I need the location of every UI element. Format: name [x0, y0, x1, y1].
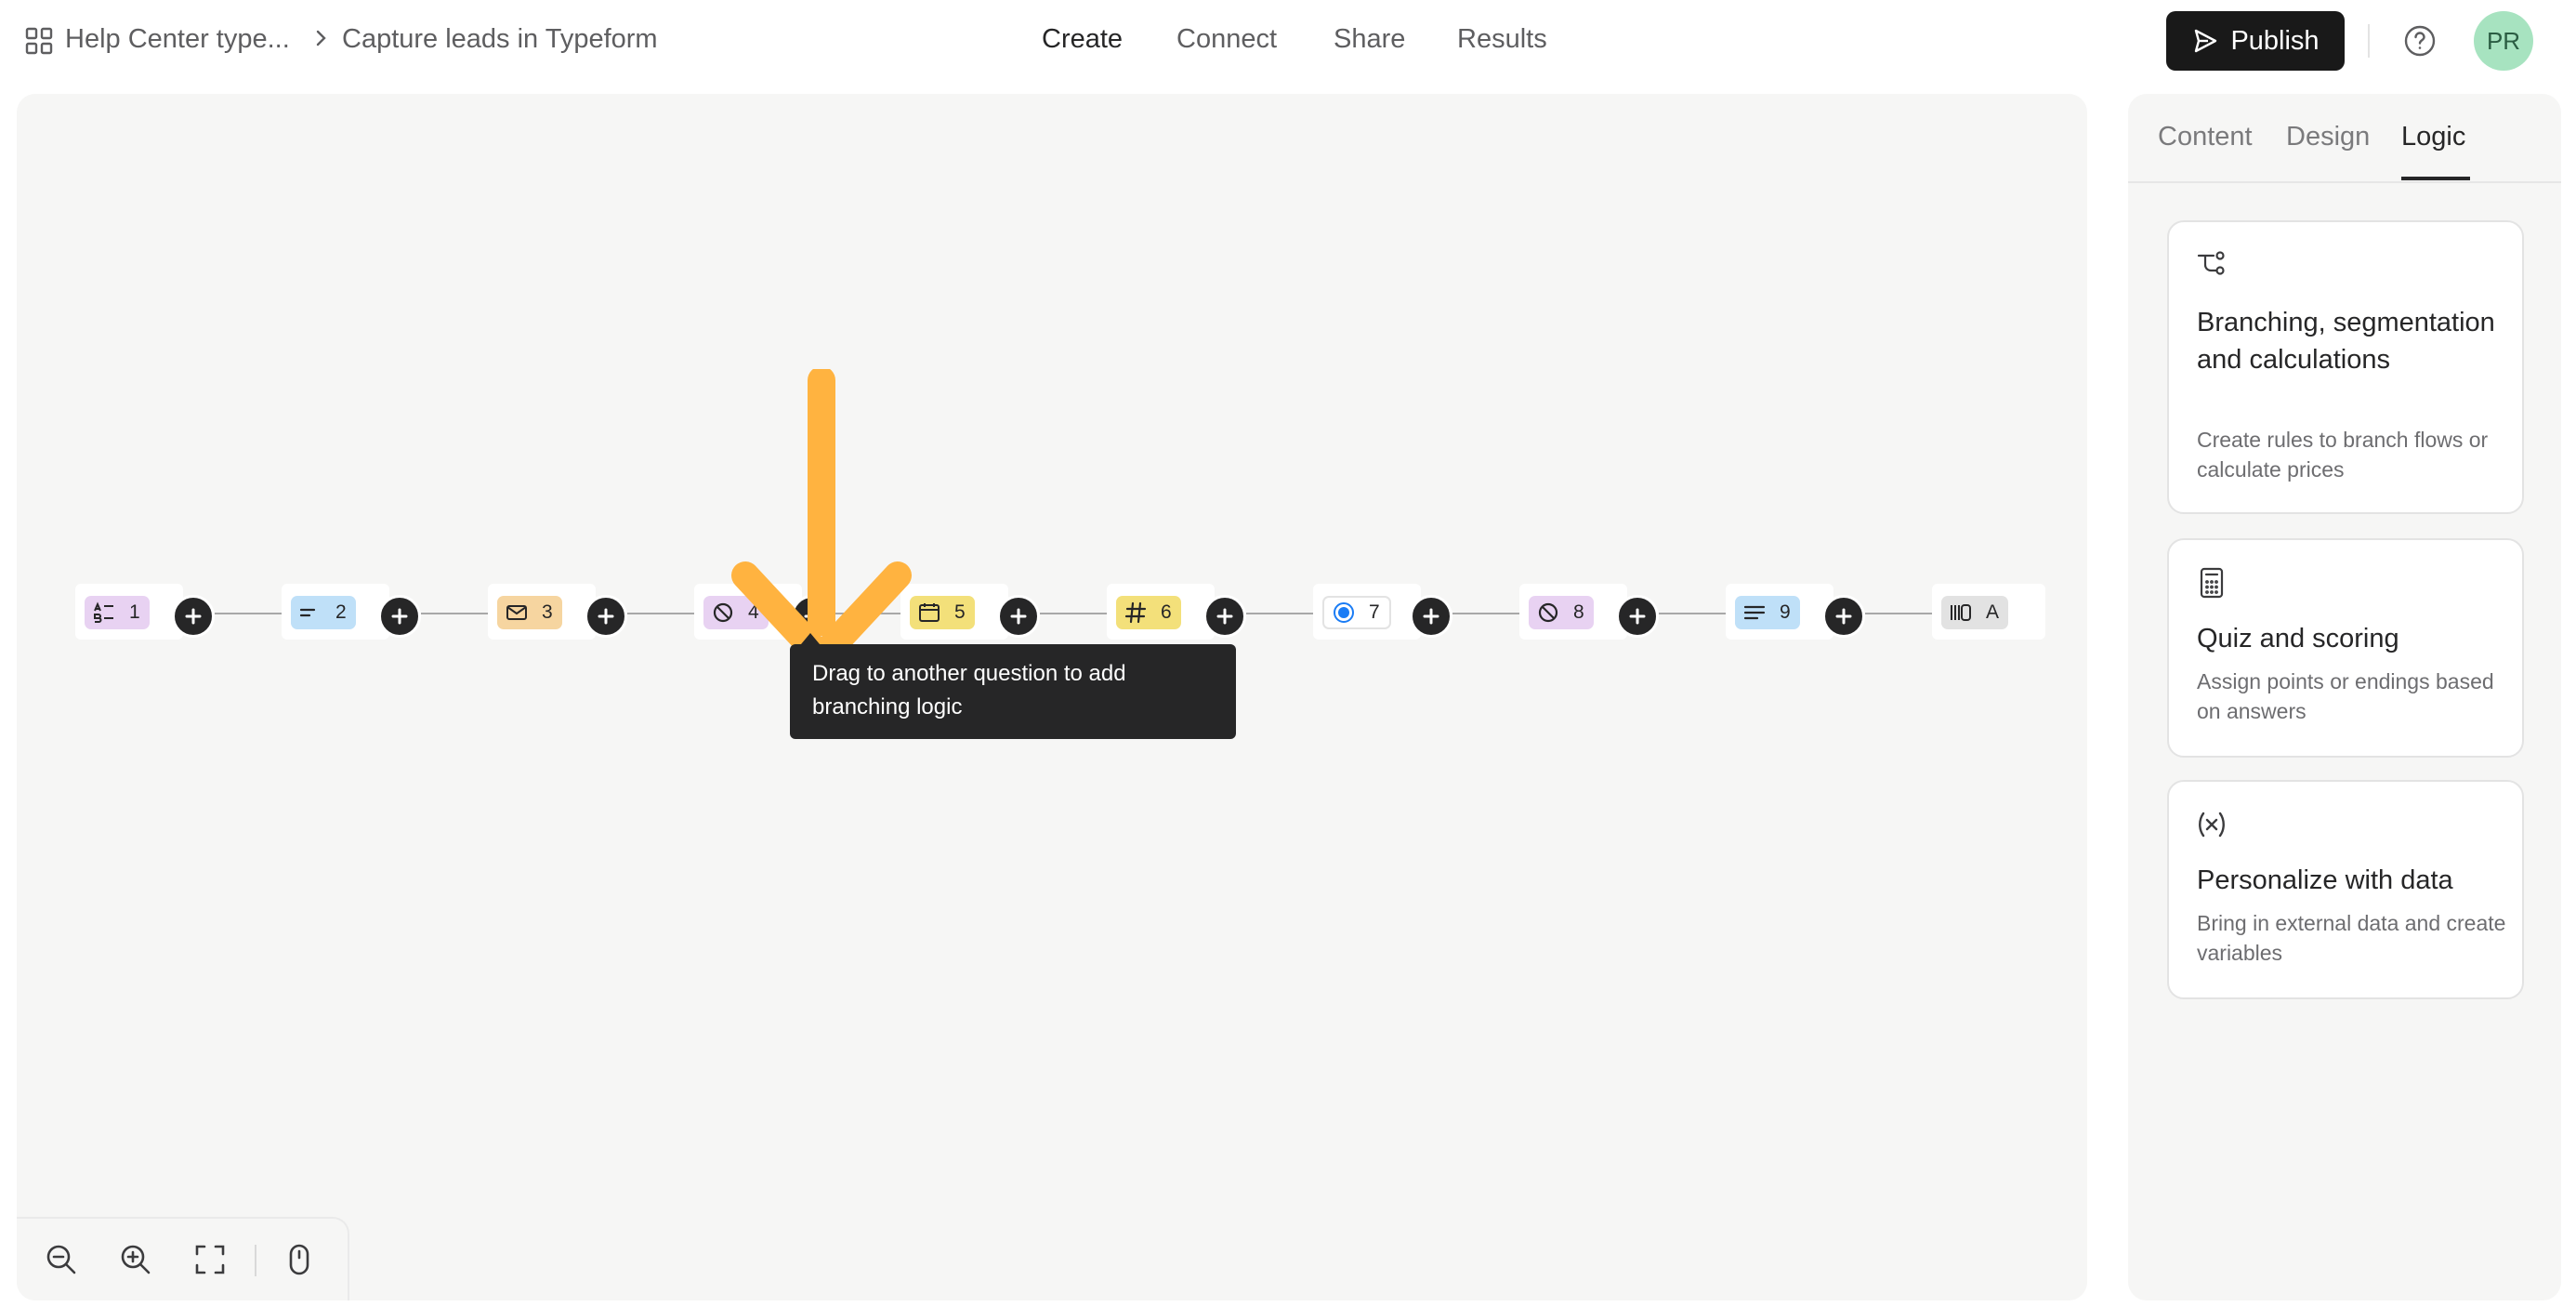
- card-personalize-data[interactable]: Personalize with data Bring in external …: [2167, 780, 2524, 999]
- ending-badge: A: [1941, 596, 2009, 629]
- fullscreen-icon: [195, 1245, 225, 1274]
- multiple-choice-icon: [94, 601, 113, 623]
- zoom-out-button[interactable]: [43, 1241, 80, 1278]
- right-panel: Content Design Logic Branching, segmenta…: [2128, 94, 2561, 1300]
- question-number: 1: [129, 601, 140, 623]
- tab-logic[interactable]: Logic: [2401, 122, 2465, 152]
- add-logic-button[interactable]: [378, 595, 421, 638]
- question-node-3[interactable]: 3: [488, 584, 596, 640]
- question-number: 8: [1573, 601, 1584, 623]
- question-badge: 8: [1529, 596, 1594, 629]
- question-node-1[interactable]: 1: [75, 584, 183, 640]
- chevron-right-icon: [316, 30, 326, 46]
- ending-label: A: [1986, 601, 2000, 623]
- number-icon: [1124, 601, 1147, 624]
- add-logic-button[interactable]: [1410, 595, 1452, 638]
- scroll-mode-button[interactable]: [281, 1241, 318, 1278]
- plus-icon: [1423, 608, 1439, 625]
- tab-content[interactable]: Content: [2158, 122, 2253, 152]
- branching-icon: [2197, 251, 2225, 275]
- calculator-icon: [2200, 567, 2224, 599]
- plus-icon: [185, 608, 202, 625]
- card-title: Branching, segmentation and calculations: [2197, 308, 2495, 375]
- question-badge: 6: [1116, 596, 1181, 629]
- help-icon[interactable]: [2403, 24, 2437, 58]
- top-bar: Help Center type... Capture leads in Typ…: [0, 0, 2576, 82]
- plus-icon: [1835, 608, 1852, 625]
- nav-results[interactable]: Results: [1457, 24, 1547, 55]
- question-node-9[interactable]: 9: [1726, 584, 1833, 640]
- plus-icon: [391, 608, 408, 625]
- nav-create[interactable]: Create: [1042, 24, 1123, 55]
- card-branching[interactable]: Branching, segmentation and calculations…: [2167, 220, 2524, 514]
- active-tab-indicator: [2401, 177, 2470, 180]
- breadcrumb-form-title[interactable]: Capture leads in Typeform: [342, 24, 658, 55]
- question-node-2[interactable]: 2: [282, 584, 389, 640]
- question-number: 7: [1369, 601, 1380, 623]
- tab-design[interactable]: Design: [2286, 122, 2370, 152]
- email-icon: [506, 605, 527, 620]
- ending-icon: [1951, 604, 1971, 621]
- workspace-grid-icon[interactable]: [24, 26, 54, 56]
- question-node-8[interactable]: 8: [1519, 584, 1627, 640]
- add-logic-button[interactable]: [172, 595, 215, 638]
- avatar[interactable]: PR: [2474, 11, 2533, 71]
- card-title: Quiz and scoring: [2197, 624, 2399, 654]
- card-description: Bring in external data and create variab…: [2197, 911, 2506, 965]
- card-title: Personalize with data: [2197, 865, 2453, 895]
- zoom-out-icon: [46, 1245, 76, 1274]
- card-description: Create rules to branch flows or calculat…: [2197, 428, 2489, 482]
- branching-tooltip: Drag to another question to add branchin…: [790, 633, 1236, 739]
- question-number: 6: [1161, 601, 1172, 623]
- question-badge: 3: [497, 596, 562, 629]
- short-text-icon: [299, 608, 316, 617]
- add-logic-button[interactable]: [1822, 595, 1865, 638]
- question-number: 3: [542, 601, 553, 623]
- mouse-icon: [289, 1244, 309, 1275]
- ending-node-a[interactable]: A: [1932, 584, 2045, 640]
- send-icon: [2195, 29, 2217, 53]
- divider: [2368, 24, 2370, 58]
- zoom-in-button[interactable]: [117, 1241, 154, 1278]
- radio-icon: [1334, 602, 1354, 623]
- card-description: Assign points or endings based on answer…: [2197, 669, 2494, 723]
- publish-label: Publish: [2230, 25, 2320, 56]
- question-badge: 2: [291, 596, 356, 629]
- question-number: 2: [335, 601, 347, 623]
- zoom-in-icon: [121, 1245, 151, 1274]
- question-badge: 7: [1322, 596, 1391, 629]
- question-badge: 9: [1735, 596, 1800, 629]
- add-logic-button[interactable]: [585, 595, 627, 638]
- plus-icon: [1629, 608, 1646, 625]
- add-logic-button[interactable]: [1203, 595, 1246, 638]
- add-logic-button[interactable]: [1616, 595, 1659, 638]
- nav-share[interactable]: Share: [1334, 24, 1405, 55]
- publish-button[interactable]: Publish: [2166, 11, 2345, 71]
- nav-connect[interactable]: Connect: [1176, 24, 1277, 55]
- plus-icon: [598, 608, 614, 625]
- question-number: 9: [1780, 601, 1791, 623]
- long-text-icon: [1743, 605, 1766, 620]
- card-quiz-scoring[interactable]: Quiz and scoring Assign points or ending…: [2167, 538, 2524, 758]
- breadcrumb-workspace[interactable]: Help Center type...: [65, 24, 290, 55]
- panel-tabs: Content Design Logic: [2128, 94, 2561, 183]
- highlight-arrow-icon: [731, 369, 912, 671]
- zoom-controls: [17, 1217, 349, 1300]
- fit-to-screen-button[interactable]: [191, 1241, 229, 1278]
- question-node-6[interactable]: 6: [1107, 584, 1215, 640]
- plus-icon: [1216, 608, 1233, 625]
- no-symbol-icon: [1538, 602, 1558, 623]
- add-logic-button[interactable]: [997, 595, 1040, 638]
- variable-icon: [2199, 812, 2225, 838]
- avatar-initials: PR: [2486, 26, 2521, 55]
- logic-canvas[interactable]: 1 2 3 4 5 6 7 8 9 A Drag to another ques…: [17, 94, 2087, 1300]
- question-badge: 1: [85, 596, 150, 629]
- question-node-7[interactable]: 7: [1313, 584, 1421, 640]
- question-number: 5: [954, 601, 966, 623]
- plus-icon: [1010, 608, 1027, 625]
- divider: [255, 1245, 256, 1276]
